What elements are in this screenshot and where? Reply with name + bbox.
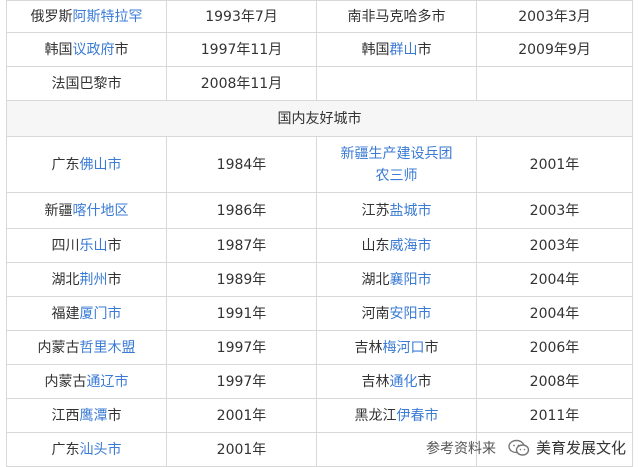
table-row: 四川乐山市 1987年 山东威海市 2003年 (6, 228, 633, 263)
date-cell (476, 66, 633, 101)
date-cell: 2011年 (476, 398, 633, 433)
city-cell: 福建厦门市 (6, 296, 167, 331)
date-cell: 1997年11月 (166, 32, 317, 67)
city-link[interactable]: 威海市 (390, 238, 432, 254)
city-cell: 湖北襄阳市 (316, 262, 477, 297)
city-link[interactable]: 襄阳市 (390, 272, 432, 288)
date-cell: 1987年 (166, 228, 317, 263)
date-cell: 2004年 (476, 296, 633, 331)
city-cell: 俄罗斯阿斯特拉罕 (6, 0, 167, 33)
city-link[interactable]: 荆州 (80, 272, 108, 288)
date-cell: 1997年 (166, 330, 317, 365)
date-cell: 2004年 (476, 262, 633, 297)
table-row: 新疆喀什地区 1986年 江苏盐城市 2003年 (6, 192, 633, 229)
date-cell: 2003年 (476, 192, 633, 229)
date-cell: 1984年 (166, 136, 317, 193)
city-link[interactable]: 鹰潭 (80, 408, 108, 424)
date-cell: 2001年 (166, 432, 317, 467)
city-link[interactable]: 盐城市 (390, 203, 432, 219)
table-row: 内蒙古通辽市 1997年 吉林通化市 2008年 (6, 364, 633, 399)
page: 俄罗斯阿斯特拉罕 1993年7月 南非马克哈多市 2003年3月 韩国议政府市 … (0, 0, 640, 467)
city-cell: 南非马克哈多市 (316, 0, 477, 33)
table-row: 湖北荆州市 1989年 湖北襄阳市 2004年 (6, 262, 633, 297)
date-cell: 2009年9月 (476, 32, 633, 67)
city-cell: 内蒙古通辽市 (6, 364, 167, 399)
city-link[interactable]: 乐山 (80, 238, 108, 254)
city-link[interactable]: 哲里木盟 (80, 340, 136, 356)
city-cell: 湖北荆州市 (6, 262, 167, 297)
city-cell: 广东佛山市 (6, 136, 167, 193)
table-row: 内蒙古哲里木盟 1997年 吉林梅河口市 2006年 (6, 330, 633, 365)
city-cell: 四川乐山市 (6, 228, 167, 263)
city-link[interactable]: 通辽市 (87, 374, 129, 390)
section-title: 国内友好城市 (6, 100, 633, 137)
table-row: 法国巴黎市 2008年11月 (6, 66, 633, 101)
city-cell: 法国巴黎市 (6, 66, 167, 101)
table-row: 江西鹰潭市 2001年 黑龙江伊春市 2011年 (6, 398, 633, 433)
city-cell: 黑龙江伊春市 (316, 398, 477, 433)
city-cell: 韩国议政府市 (6, 32, 167, 67)
date-cell: 1989年 (166, 262, 317, 297)
city-cell: 江西鹰潭市 (6, 398, 167, 433)
city-cell: 吉林通化市 (316, 364, 477, 399)
city-link[interactable]: 梅河口 (383, 340, 425, 356)
city-link[interactable]: 议政府 (73, 42, 115, 58)
city-link[interactable]: 新疆生产建设兵团农三师 (341, 146, 453, 184)
city-link[interactable]: 厦门市 (80, 306, 122, 322)
city-cell: 新疆生产建设兵团农三师 (316, 136, 477, 193)
city-cell: 河南安阳市 (316, 296, 477, 331)
date-cell: 1997年 (166, 364, 317, 399)
date-cell: 2008年 (476, 364, 633, 399)
friendship-cities-table: 俄罗斯阿斯特拉罕 1993年7月 南非马克哈多市 2003年3月 韩国议政府市 … (6, 0, 633, 467)
date-cell: 2003年3月 (476, 0, 633, 33)
city-link[interactable]: 汕头市 (80, 442, 122, 458)
city-cell: 吉林梅河口市 (316, 330, 477, 365)
city-link[interactable]: 伊春市 (397, 408, 439, 424)
city-cell: 韩国群山市 (316, 32, 477, 67)
city-cell: 山东威海市 (316, 228, 477, 263)
table-row: 俄罗斯阿斯特拉罕 1993年7月 南非马克哈多市 2003年3月 (6, 0, 633, 33)
account-name: 美育发展文化 (535, 439, 626, 457)
source-text: 参考资料来 (425, 440, 496, 457)
city-link[interactable]: 安阳市 (390, 306, 432, 322)
city-cell: 广东汕头市 (6, 432, 167, 467)
city-cell: 内蒙古哲里木盟 (6, 330, 167, 365)
date-cell: 2001年 (476, 136, 633, 193)
city-link[interactable]: 阿斯特拉罕 (73, 9, 143, 25)
date-cell: 2008年11月 (166, 66, 317, 101)
city-cell (316, 66, 477, 101)
section-header-row: 国内友好城市 (6, 100, 633, 137)
city-link[interactable]: 佛山市 (80, 157, 122, 173)
date-cell: 2003年 (476, 228, 633, 263)
date-cell: 2001年 (166, 398, 317, 433)
date-cell: 1993年7月 (166, 0, 317, 33)
watermark: 参考资料来 美育发展文化 (426, 437, 626, 458)
table-row: 福建厦门市 1991年 河南安阳市 2004年 (6, 296, 633, 331)
city-link[interactable]: 通化 (390, 374, 418, 390)
date-cell: 1991年 (166, 296, 317, 331)
city-link[interactable]: 喀什地区 (73, 203, 129, 219)
city-link[interactable]: 群山 (390, 42, 418, 58)
date-cell: 2006年 (476, 330, 633, 365)
city-cell: 江苏盐城市 (316, 192, 477, 229)
wechat-icon (508, 439, 530, 456)
city-cell: 新疆喀什地区 (6, 192, 167, 229)
date-cell: 1986年 (166, 192, 317, 229)
table-row: 韩国议政府市 1997年11月 韩国群山市 2009年9月 (6, 32, 633, 67)
table-row: 广东佛山市 1984年 新疆生产建设兵团农三师 2001年 (6, 136, 633, 193)
